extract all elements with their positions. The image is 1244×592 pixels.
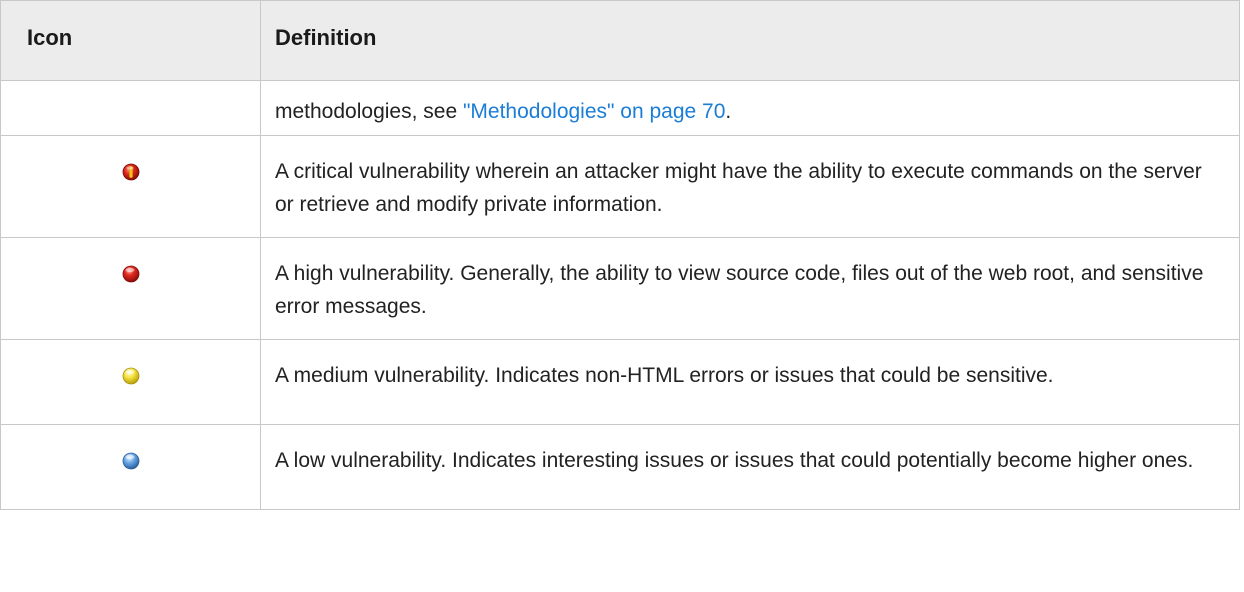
definition-cell-high: A high vulnerability. Generally, the abi… [260,237,1240,340]
high-severity-icon [122,265,140,283]
icon-cell-high [0,237,261,340]
continuation-text: methodologies, see [275,100,463,123]
table-row-critical: A critical vulnerability wherein an atta… [0,135,1240,238]
medium-severity-icon [122,367,140,385]
definition-cell-critical: A critical vulnerability wherein an atta… [260,135,1240,238]
definition-cell-medium: A medium vulnerability. Indicates non-HT… [260,339,1240,425]
table-row-medium: A medium vulnerability. Indicates non-HT… [0,339,1240,425]
critical-severity-icon [122,163,140,181]
table-row-low: A low vulnerability. Indicates interesti… [0,424,1240,510]
severity-icon-table: Icon Definition methodologies, see "Meth… [0,0,1240,510]
table-body: methodologies, see "Methodologies" on pa… [0,80,1240,510]
definition-column-header: Definition [260,0,1240,81]
table-header: Icon Definition [0,0,1240,81]
continuation-row: methodologies, see "Methodologies" on pa… [0,80,1240,136]
icon-cell-low [0,424,261,510]
header-row: Icon Definition [0,0,1240,81]
table-row-high: A high vulnerability. Generally, the abi… [0,237,1240,340]
definition-cell-continuation: methodologies, see "Methodologies" on pa… [260,80,1240,136]
icon-cell-critical [0,135,261,238]
methodologies-link[interactable]: "Methodologies" on page 70 [463,100,725,123]
continuation-period: . [725,100,732,123]
definition-cell-low: A low vulnerability. Indicates interesti… [260,424,1240,510]
icon-cell-medium [0,339,261,425]
icon-column-header: Icon [0,0,261,81]
icon-cell-empty [0,80,261,136]
low-severity-icon [122,452,140,470]
